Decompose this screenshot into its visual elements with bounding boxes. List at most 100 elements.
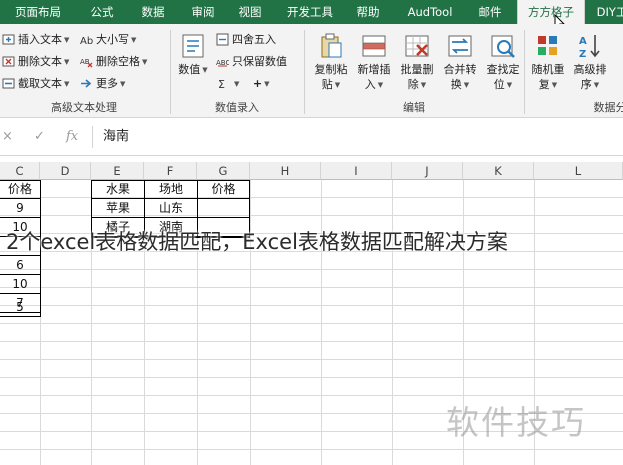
sort-az-icon: AZ	[579, 35, 600, 60]
insert-text-button[interactable]: 插入文本 ▼	[2, 30, 69, 50]
random-icon	[538, 36, 557, 55]
tab-help[interactable]: 帮助	[350, 0, 386, 24]
insert-text-label: 插入文本	[18, 33, 62, 46]
remove-spaces-label: 删除空格	[96, 55, 140, 68]
chevron-down-icon: ▼	[463, 80, 470, 89]
formula-input[interactable]: 海南	[92, 126, 623, 148]
tab-data[interactable]: 数据	[133, 0, 173, 24]
insert-rows-icon	[362, 35, 386, 57]
column-header-c[interactable]: C	[0, 162, 40, 180]
chevron-down-icon: ▼	[64, 36, 70, 44]
cell-origin[interactable]: 山东	[145, 199, 198, 218]
cell-fruit-header[interactable]: 水果	[92, 180, 145, 199]
cell-origin-header[interactable]: 场地	[145, 180, 198, 199]
change-case-label: 大小写	[96, 33, 129, 46]
chevron-down-icon: ▼	[264, 80, 270, 88]
tab-diy-tools[interactable]: DIY工	[592, 0, 623, 24]
more-button[interactable]: 更多 ▼	[80, 74, 125, 94]
column-header-i[interactable]: I	[321, 162, 392, 180]
tab-formulas[interactable]: 公式	[82, 0, 122, 24]
ribbon-tab-bar: 页面布局 公式 数据 审阅 视图 开发工具 帮助 AudTool 邮件 方方格子…	[0, 0, 623, 32]
cell-price-right[interactable]	[198, 199, 250, 218]
plus-button[interactable]: Σ ▼ + ▼	[216, 74, 270, 94]
merge-convert-button[interactable]: 合并转 换 ▼	[440, 32, 480, 93]
confirm-icon[interactable]: ✓	[34, 129, 45, 144]
cell-price-value[interactable]: 9	[0, 199, 41, 218]
delete-text-icon	[2, 56, 15, 66]
change-case-button[interactable]: Ab 大小写 ▼	[80, 30, 136, 50]
column-header-l[interactable]: L	[534, 162, 623, 180]
column-header-e[interactable]: E	[91, 162, 144, 180]
cell-price-value[interactable]: 6	[0, 256, 41, 275]
cell-fruit[interactable]: 苹果	[92, 199, 145, 218]
delete-text-label: 删除文本	[18, 55, 62, 68]
chevron-down-icon: ▼	[506, 80, 513, 89]
group-divider	[524, 30, 525, 114]
tab-review[interactable]: 审阅	[185, 0, 221, 24]
group-divider	[170, 30, 171, 114]
svg-text:AB: AB	[80, 58, 90, 66]
random-repeat-button[interactable]: 随机重 复 ▼	[528, 32, 568, 93]
batch-delete-button[interactable]: 批量删 除 ▼	[397, 32, 437, 93]
svg-text:Ab: Ab	[80, 36, 93, 46]
chevron-down-icon: ▼	[202, 65, 208, 74]
round-button[interactable]: 四舍五入	[216, 30, 276, 50]
chevron-down-icon: ▼	[377, 80, 384, 89]
keep-values-button[interactable]: ABC 只保留数值	[216, 52, 287, 72]
tab-page-layout[interactable]: 页面布局	[8, 0, 68, 24]
sum-icon: Σ	[218, 78, 225, 90]
column-header-f[interactable]: F	[144, 162, 197, 180]
tab-audtool[interactable]: AudTool	[398, 0, 462, 24]
group-label-edit: 编辑	[403, 101, 425, 114]
column-header-j[interactable]: J	[392, 162, 463, 180]
formula-bar: × ✓ fx 海南	[0, 118, 623, 156]
group-label-advanced-text: 高级文本处理	[51, 101, 117, 114]
chevron-down-icon: ▼	[131, 36, 137, 44]
column-header-d[interactable]: D	[40, 162, 91, 180]
numeric-label: 数值	[178, 63, 201, 76]
cell-price-value[interactable]: 5	[0, 298, 41, 317]
find-locate-label-2: 位	[493, 78, 505, 91]
tab-mail[interactable]: 邮件	[472, 0, 508, 24]
tab-view[interactable]: 视图	[232, 0, 268, 24]
clipboard-icon	[321, 33, 342, 58]
chevron-down-icon: ▼	[551, 80, 558, 89]
group-label-numeric-input: 数值录入	[215, 101, 259, 114]
insert-function-icon[interactable]: fx	[66, 129, 78, 144]
svg-text:Σ: Σ	[218, 78, 225, 90]
advanced-sort-label-1: 高级排	[573, 63, 607, 76]
more-label: 更多	[96, 77, 118, 90]
batch-delete-label-2: 除	[407, 78, 419, 91]
svg-text:Z: Z	[579, 49, 586, 60]
delete-text-button[interactable]: 删除文本 ▼	[2, 52, 69, 72]
chevron-down-icon: ▼	[120, 80, 126, 88]
remove-spaces-icon: AB	[80, 58, 93, 67]
advanced-sort-label-2: 序	[580, 78, 592, 91]
copy-paste-button[interactable]: 复制粘 贴 ▼	[311, 32, 351, 93]
insert-new-label-2: 入	[364, 78, 376, 91]
cancel-icon[interactable]: ×	[2, 129, 13, 144]
random-repeat-label-1: 随机重	[531, 63, 565, 76]
numeric-button[interactable]: 数值 ▼	[176, 32, 210, 78]
column-header-h[interactable]: H	[250, 162, 321, 180]
cell-price-header[interactable]: 价格	[0, 180, 41, 199]
advanced-sort-button[interactable]: AZ 高级排 序 ▼	[570, 32, 610, 93]
batch-delete-icon	[405, 35, 429, 57]
chevron-down-icon: ▼	[64, 80, 70, 88]
arrow-right-icon	[81, 78, 92, 88]
copy-paste-label-2: 贴	[321, 78, 333, 91]
find-locate-button[interactable]: 查找定 位 ▼	[483, 32, 523, 93]
tab-developer[interactable]: 开发工具	[280, 0, 340, 24]
case-icon: Ab	[80, 36, 93, 46]
watermark: 软件技巧	[446, 403, 586, 442]
insert-new-button[interactable]: 新增插 入 ▼	[354, 32, 394, 93]
column-header-k[interactable]: K	[463, 162, 534, 180]
cell-price-header-right[interactable]: 价格	[198, 180, 250, 199]
remove-spaces-button[interactable]: AB 删除空格 ▼	[80, 52, 147, 72]
column-header-g[interactable]: G	[197, 162, 250, 180]
extract-text-label: 截取文本	[18, 77, 62, 90]
extract-text-button[interactable]: 截取文本 ▼	[2, 74, 69, 94]
tab-fangfang-gezi[interactable]: 方方格子	[517, 0, 585, 24]
cell-price-value[interactable]: 10	[0, 275, 41, 294]
search-icon	[491, 35, 515, 58]
